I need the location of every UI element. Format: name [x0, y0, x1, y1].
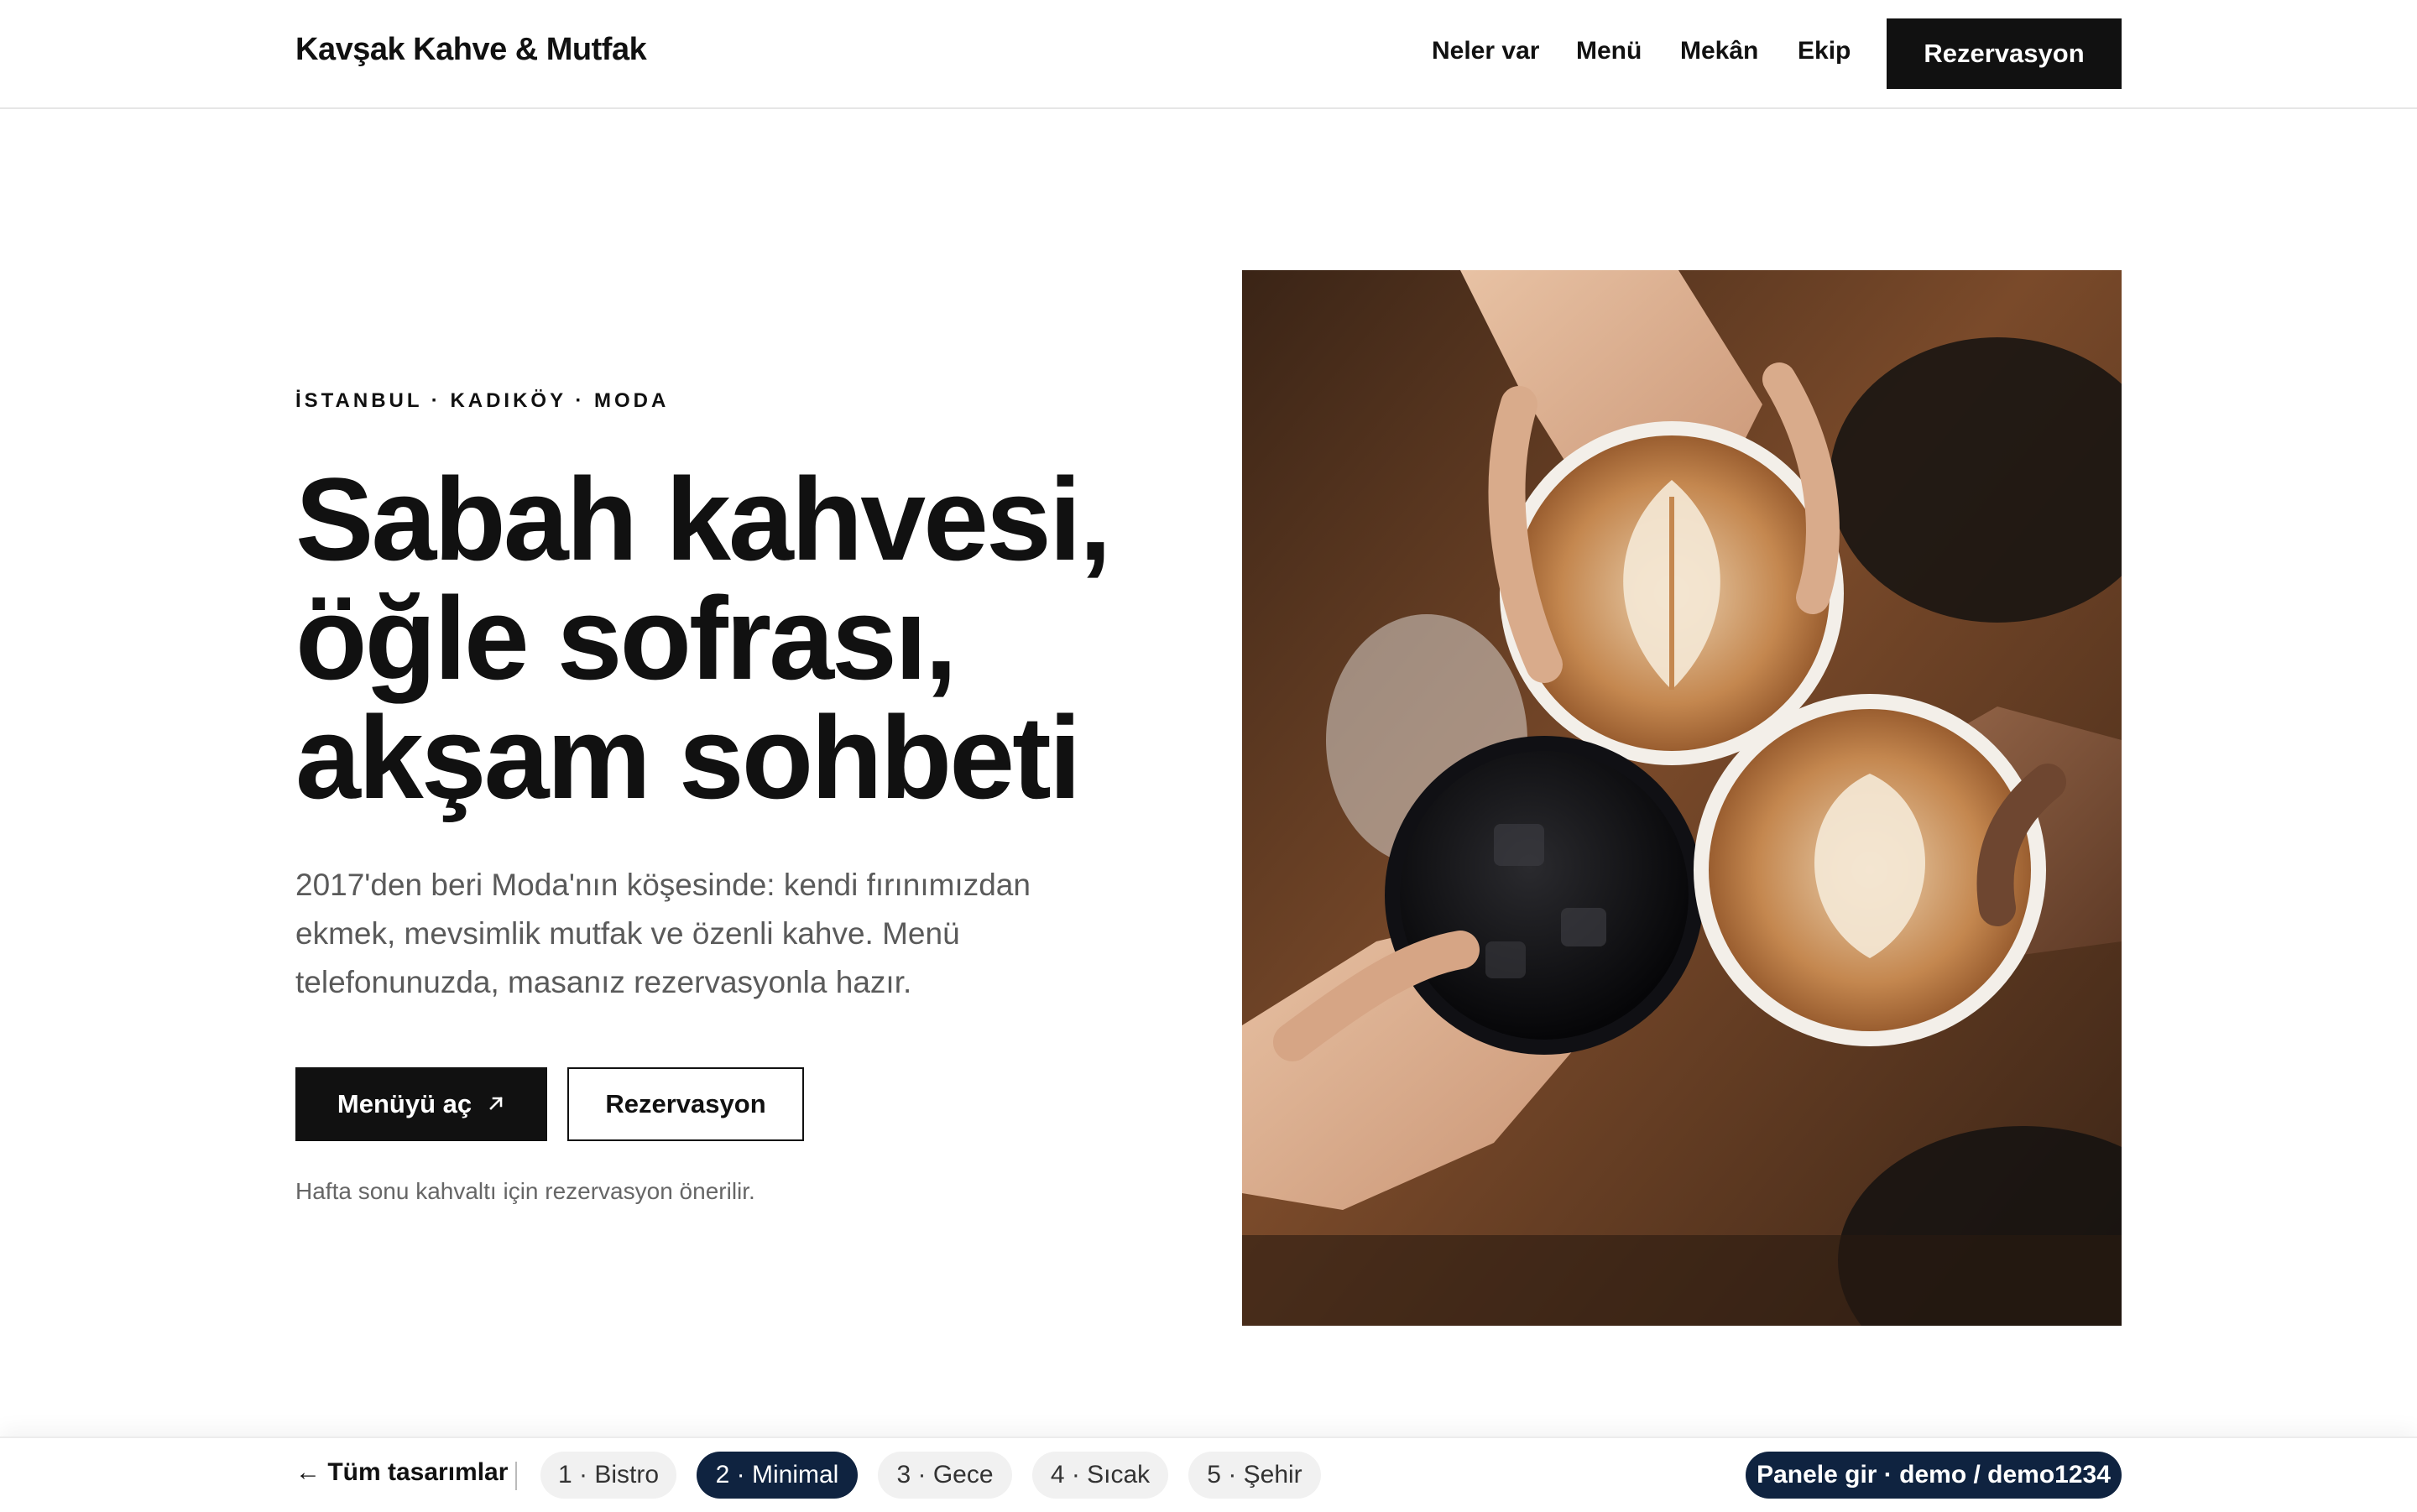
- nav-link-mekan[interactable]: Mekân: [1680, 37, 1758, 65]
- nav-link-menu[interactable]: Menü: [1576, 37, 1642, 65]
- headline-line-3: akşam sohbeti: [295, 691, 1082, 823]
- hero-coffee-photo: [1242, 270, 2122, 1326]
- design-pill-bistro[interactable]: 1 · Bistro: [540, 1452, 676, 1499]
- nav-link-ekip[interactable]: Ekip: [1798, 37, 1851, 65]
- arrow-up-right-icon: [487, 1089, 505, 1119]
- nav-link-neler-var[interactable]: Neler var: [1432, 37, 1539, 65]
- brand-logo[interactable]: Kavşak Kahve & Mutfak: [295, 32, 647, 68]
- panel-login-button[interactable]: Panele gir · demo / demo1234: [1746, 1452, 2122, 1499]
- design-pill-sicak[interactable]: 4 · Sıcak: [1032, 1452, 1168, 1499]
- hero-description: 2017'den beri Moda'nın köşesinde: kendi …: [295, 868, 1031, 999]
- design-pill-sehir[interactable]: 5 · Şehir: [1188, 1452, 1321, 1499]
- all-designs-link[interactable]: ← Tüm tasarımlar: [295, 1458, 508, 1487]
- design-pill-gece[interactable]: 3 · Gece: [878, 1452, 1012, 1499]
- reservation-button[interactable]: Rezervasyon: [567, 1067, 804, 1141]
- header-reservation-button[interactable]: Rezervasyon: [1887, 18, 2122, 89]
- design-switcher-bar: ← Tüm tasarımlar 1 · Bistro 2 · Minimal …: [0, 1436, 2417, 1512]
- switcher-divider: [515, 1462, 517, 1490]
- site-header: Kavşak Kahve & Mutfak Neler var Menü Mek…: [0, 0, 2417, 109]
- design-pill-minimal[interactable]: 2 · Minimal: [697, 1452, 858, 1499]
- reservation-note: Hafta sonu kahvaltı için rezervasyon öne…: [295, 1178, 755, 1204]
- hero-location-kicker: İSTANBUL · KADIKÖY · MODA: [295, 389, 670, 412]
- open-menu-label: Menüyü aç: [337, 1089, 472, 1118]
- open-menu-button[interactable]: Menüyü aç: [295, 1067, 547, 1141]
- headline-line-2: öğle sofrası,: [295, 572, 958, 704]
- headline-line-1: Sabah kahvesi,: [295, 453, 1112, 585]
- hero-headline: Sabah kahvesi, öğle sofrası, akşam sohbe…: [295, 460, 1235, 817]
